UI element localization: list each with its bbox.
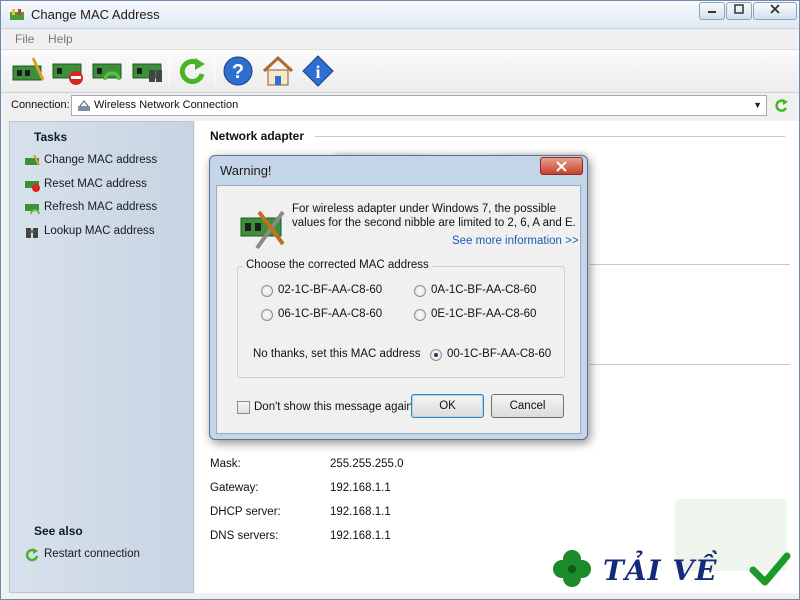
watermark: TẢI VỀ [551, 546, 796, 592]
tasks-heading: Tasks [34, 130, 68, 144]
mac-options-group [237, 266, 565, 378]
mask-label: Mask: [210, 458, 241, 470]
window-title: Change MAC Address [31, 7, 160, 22]
adapter-tools-icon [240, 210, 285, 250]
dialog-message-line1: For wireless adapter under Windows 7, th… [292, 203, 556, 215]
dialog-message-line2: values for the second nibble are limited… [292, 217, 576, 229]
reset-mac-icon[interactable] [51, 54, 85, 88]
task-label: Refresh MAC address [44, 201, 158, 213]
change-mac-icon[interactable] [11, 54, 45, 88]
connection-label: Connection: [11, 99, 70, 111]
radio-dot [261, 285, 273, 297]
dialog-body: For wireless adapter under Windows 7, th… [216, 185, 581, 434]
checkmark-icon [749, 552, 791, 586]
help-icon[interactable]: ? [221, 54, 255, 88]
menu-bar: File Help [1, 29, 799, 49]
dns-value: 192.168.1.1 [330, 530, 391, 542]
checkbox-box [237, 401, 250, 414]
close-button[interactable] [753, 2, 797, 20]
minimize-button[interactable] [699, 2, 725, 20]
see-also-heading: See also [34, 524, 83, 538]
option-label: 0A-1C-BF-AA-C8-60 [431, 284, 537, 296]
task-label: Reset MAC address [44, 178, 147, 190]
toolbar-separator [169, 56, 170, 86]
radio-dot [414, 285, 426, 297]
radio-dot [261, 309, 273, 321]
binoculars-icon [26, 228, 38, 238]
gateway-label: Gateway: [210, 482, 259, 494]
dhcp-value: 192.168.1.1 [330, 506, 391, 518]
more-info-link[interactable]: See more information >> [452, 235, 579, 247]
change-mac-icon [25, 154, 40, 166]
task-label: Change MAC address [44, 154, 158, 166]
minimize-icon [708, 11, 716, 13]
svg-text:?: ? [232, 61, 244, 83]
option-label: 0E-1C-BF-AA-C8-60 [431, 308, 537, 320]
maximize-button[interactable] [726, 2, 752, 20]
menu-file[interactable]: File [15, 32, 34, 46]
reset-mac-icon [25, 181, 40, 192]
keep-mac-label: No thanks, set this MAC address [253, 348, 421, 360]
connection-bar: Connection: Wireless Network Connection … [1, 93, 799, 119]
app-icon [10, 9, 24, 20]
network-icon [78, 100, 90, 111]
refresh-icon[interactable] [175, 54, 209, 88]
dns-label: DNS servers: [210, 530, 279, 542]
dialog-title: Warning! [220, 163, 272, 178]
connection-select[interactable]: Wireless Network Connection ▼ [71, 95, 767, 116]
see-also-label: Restart connection [44, 548, 140, 560]
clover-icon [553, 550, 591, 587]
task-label: Lookup MAC address [44, 225, 155, 237]
refresh-mac-icon [25, 204, 40, 215]
close-icon [770, 4, 780, 14]
toolbar-separator [214, 56, 215, 86]
dialog-close-button[interactable] [540, 157, 583, 175]
section-title: Network adapter [210, 129, 305, 143]
section-divider [590, 264, 790, 265]
warning-dialog: Warning! For wireless adapter under Wind… [209, 155, 588, 440]
group-label: Choose the corrected MAC address [243, 259, 432, 271]
gateway-value: 192.168.1.1 [330, 482, 391, 494]
info-icon[interactable]: i [301, 54, 335, 88]
sidebar: Tasks Change MAC address Reset MAC addre… [9, 121, 194, 593]
cancel-button[interactable]: Cancel [491, 394, 564, 418]
section-divider [590, 364, 790, 365]
maximize-icon [734, 4, 744, 14]
ok-button[interactable]: OK [411, 394, 484, 418]
refresh-mac-icon[interactable] [91, 54, 125, 88]
svg-text:i: i [315, 62, 320, 82]
radio-dot [414, 309, 426, 321]
dont-show-label: Don't show this message again [254, 401, 413, 413]
home-icon[interactable] [261, 54, 295, 88]
option-label: 02-1C-BF-AA-C8-60 [278, 284, 383, 296]
keep-mac-value: 00-1C-BF-AA-C8-60 [447, 348, 552, 360]
connection-refresh-icon[interactable] [773, 98, 789, 114]
chevron-down-icon: ▼ [753, 100, 762, 110]
option-label: 06-1C-BF-AA-C8-60 [278, 308, 383, 320]
mask-value: 255.255.255.0 [330, 458, 404, 470]
dhcp-label: DHCP server: [210, 506, 281, 518]
menu-help[interactable]: Help [48, 32, 73, 46]
close-icon [556, 161, 567, 172]
section-divider [315, 136, 785, 137]
watermark-text: TẢI VỀ [603, 554, 718, 587]
connection-value: Wireless Network Connection [94, 99, 239, 111]
title-bar[interactable]: Change MAC Address [1, 1, 799, 29]
restart-icon [25, 548, 39, 562]
radio-dot-selected [430, 349, 442, 361]
toolbar: ? i [1, 49, 799, 93]
lookup-mac-icon[interactable] [131, 54, 165, 88]
